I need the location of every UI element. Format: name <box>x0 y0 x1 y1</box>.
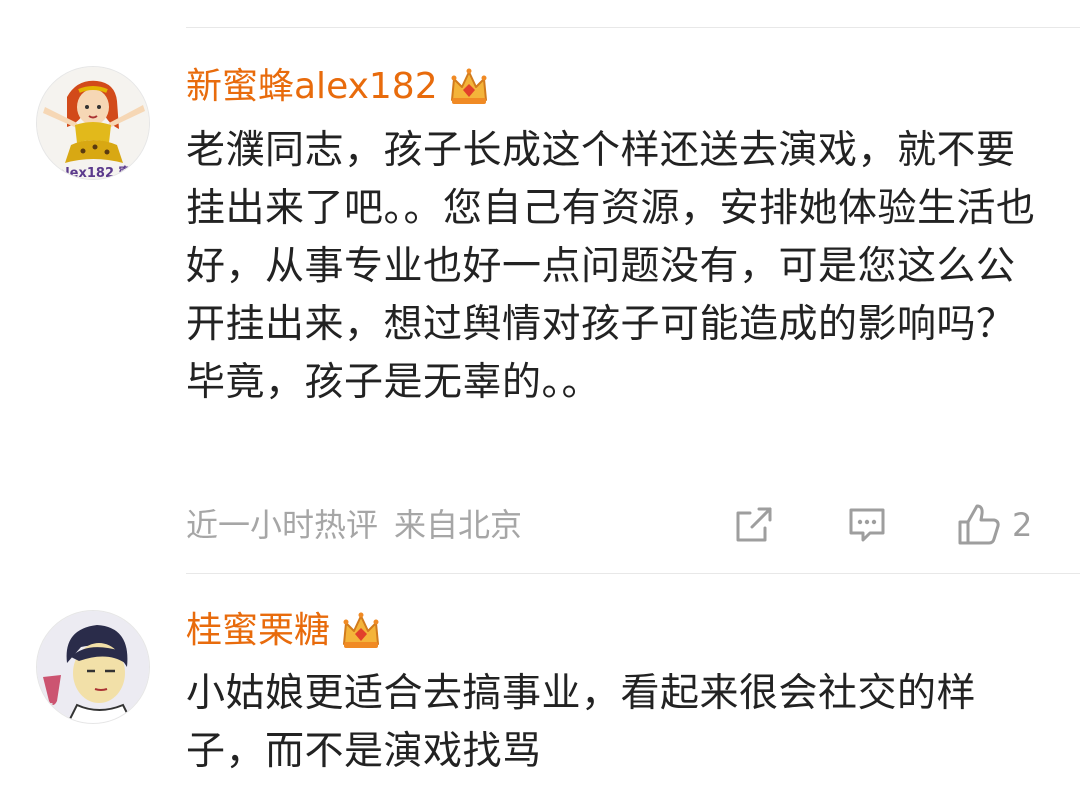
comment-location: 来自北京 <box>394 506 523 544</box>
comment-text: 老濮同志，孩子长成这个样还送去演戏，就不要挂出来了吧。。您自己有资源，安排她体验… <box>186 128 1036 405</box>
avatar-caption: alex182 蜜 <box>56 165 131 180</box>
like-count: 2 <box>1012 506 1033 544</box>
crown-badge-icon <box>450 68 487 104</box>
crown-badge-icon <box>343 612 380 648</box>
comment-divider <box>186 573 1080 574</box>
comment-meta: 近一小时热评 来自北京 <box>186 504 522 546</box>
username[interactable]: 桂蜜栗糖 <box>186 607 382 655</box>
like-button[interactable]: 2 <box>956 502 1032 548</box>
share-icon <box>736 507 772 542</box>
avatar[interactable]: alex182 蜜 <box>36 66 150 180</box>
reply-button[interactable] <box>846 504 888 546</box>
share-button[interactable] <box>733 504 775 546</box>
cartoon-girl-avatar-icon: alex182 蜜 <box>37 67 149 180</box>
username-label: 桂蜜栗糖 <box>186 610 331 651</box>
comment-text: 小姑娘更适合去搞事业，看起来很会社交的样子，而不是演戏找骂 <box>186 671 977 774</box>
reply-icon <box>849 508 885 542</box>
top-divider <box>186 27 1080 28</box>
username[interactable]: 新蜜蜂alex182 <box>186 63 490 111</box>
username-label: 新蜜蜂alex182 <box>186 66 438 107</box>
comment-time: 近一小时热评 <box>186 506 379 544</box>
cartoon-man-avatar-icon <box>37 611 149 723</box>
like-icon <box>958 504 1000 545</box>
avatar[interactable] <box>36 610 150 724</box>
